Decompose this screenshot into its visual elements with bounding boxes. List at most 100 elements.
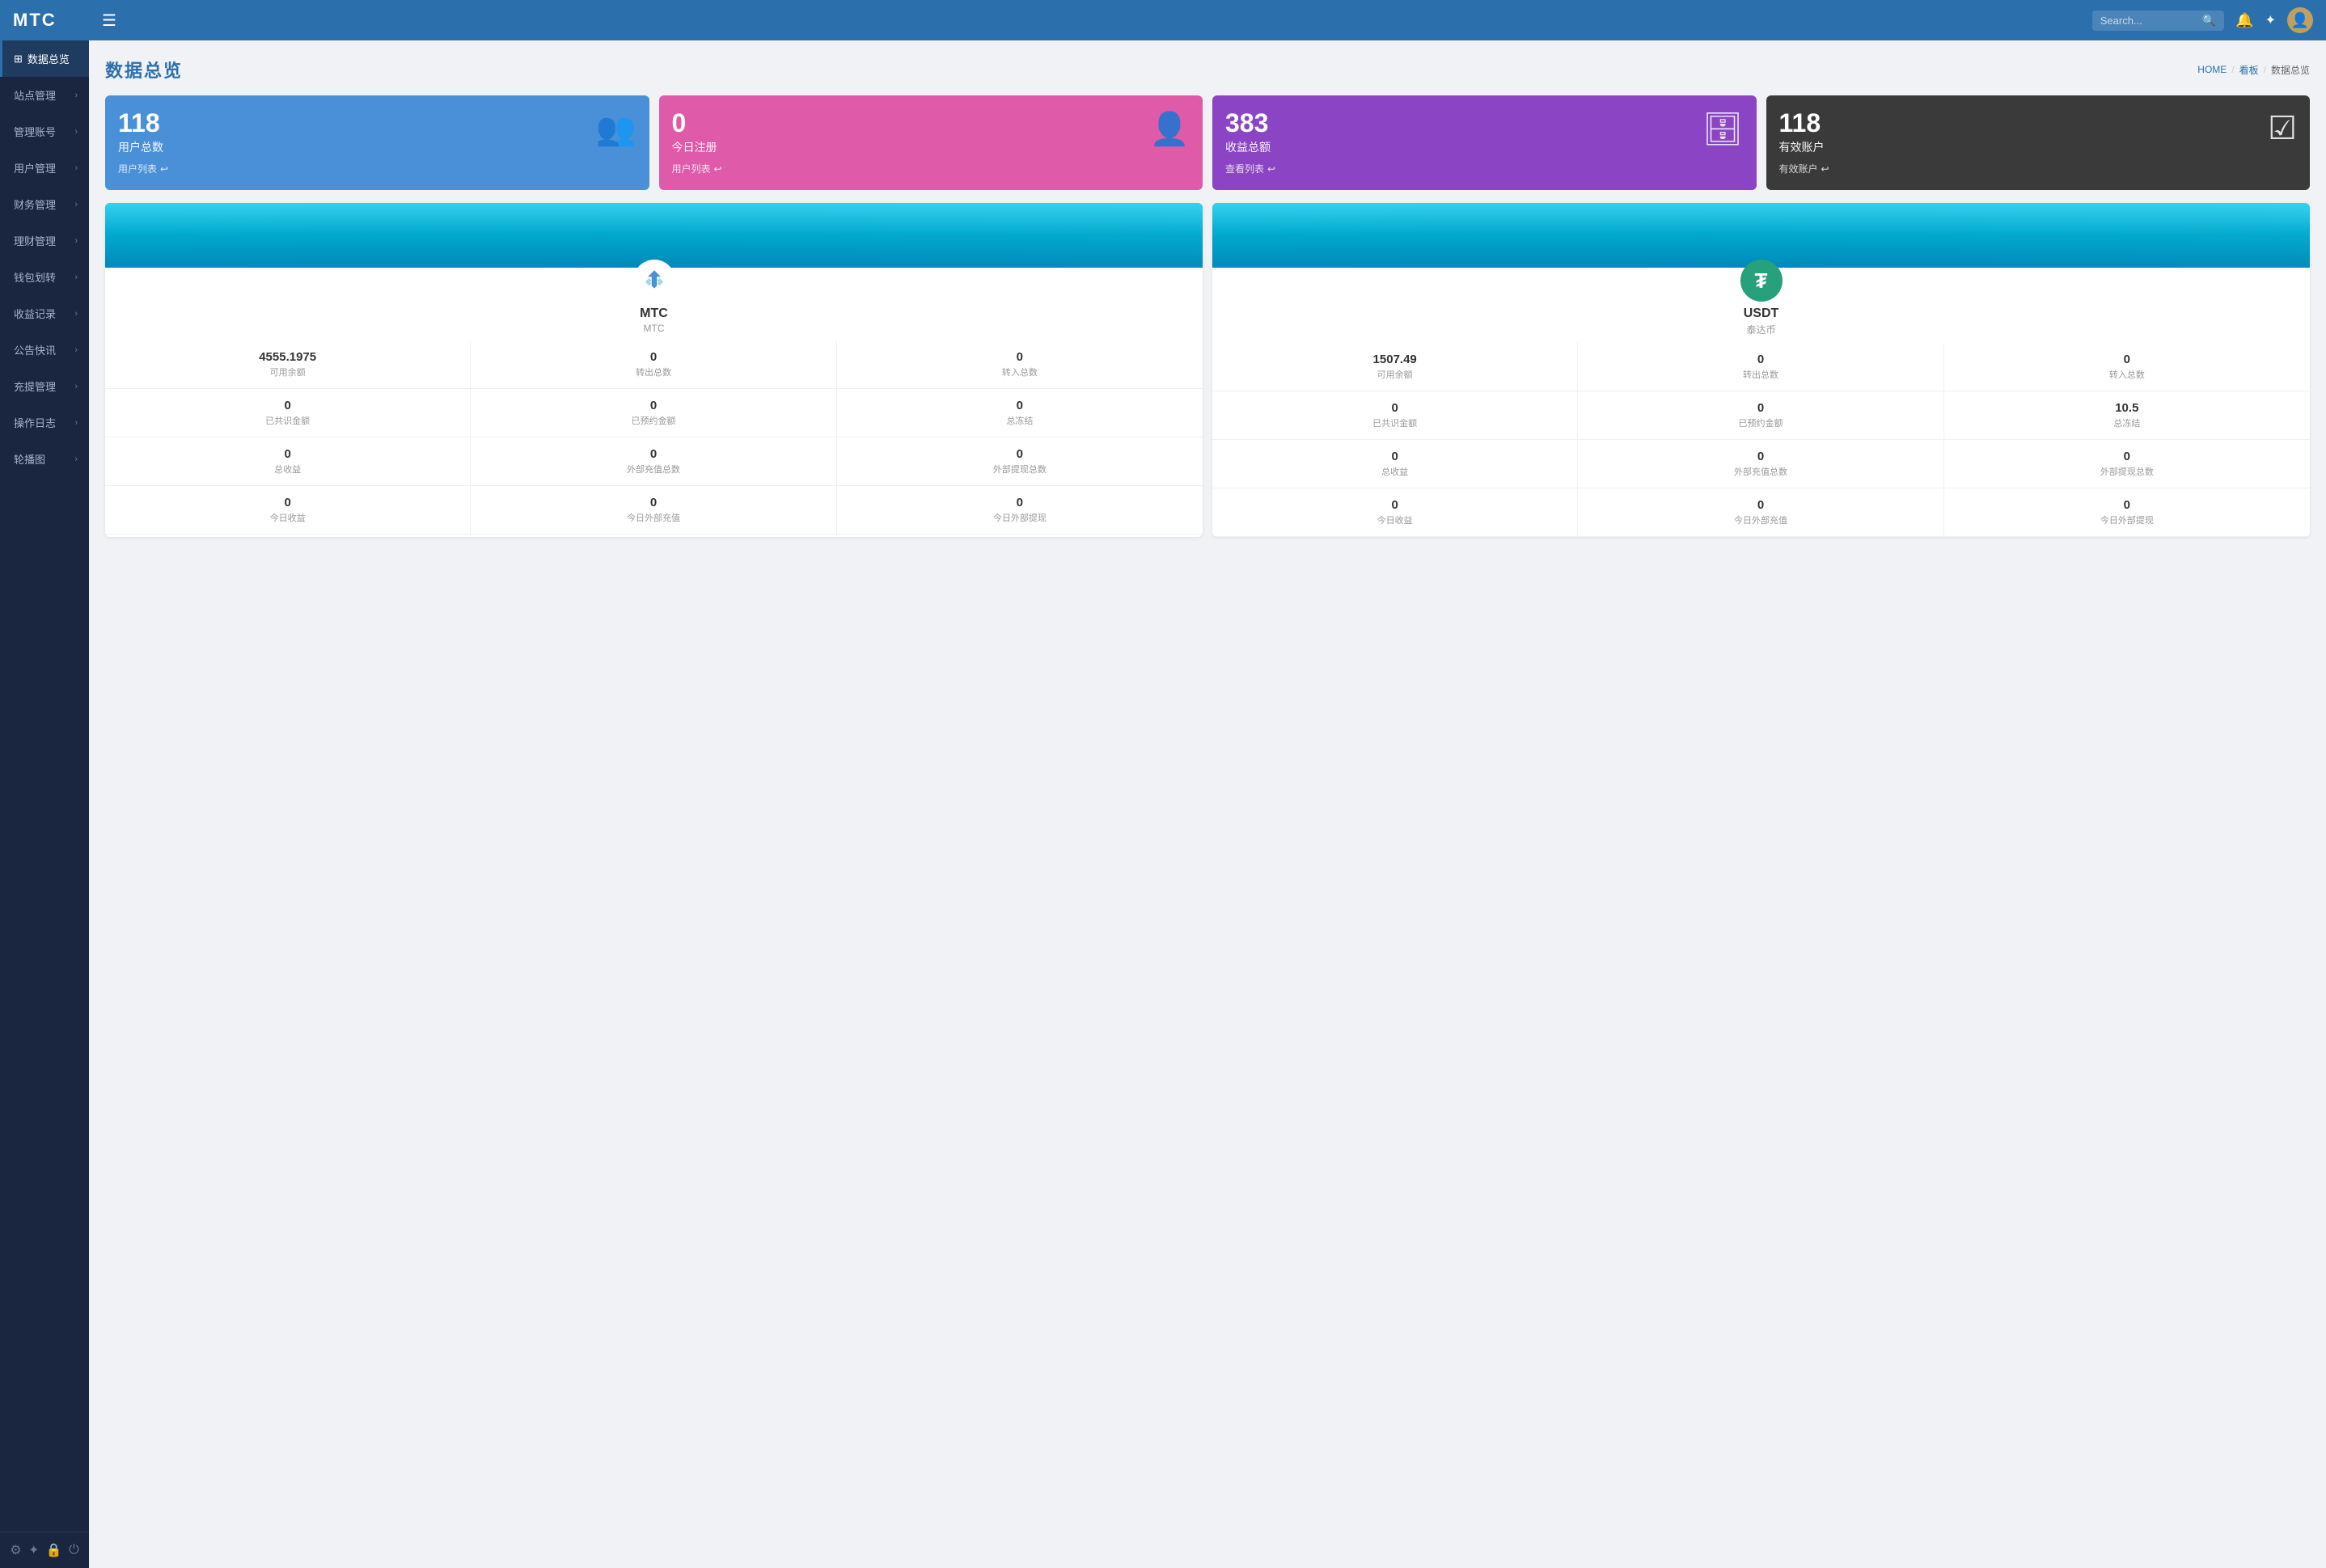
content-area: 数据总览 HOME / 看板 / 数据总览 118 用户总数 👥	[89, 40, 2326, 1568]
chevron-icon: ›	[74, 127, 78, 137]
usdt-stats-grid: 1507.49 可用余额 0 转出总数 0 转入总数 0 已共识金额	[1212, 343, 2310, 537]
chevron-icon: ›	[74, 454, 78, 464]
sidebar-label-admin-account: 管理账号	[14, 124, 56, 139]
search-input[interactable]	[2100, 15, 2197, 27]
mtc-today-recharge-label: 今日外部充值	[479, 511, 827, 524]
usdt-symbol-text: ₮	[1755, 268, 1768, 294]
mtc-stat-frozen: 0 总冻结	[837, 389, 1203, 437]
mtc-ext-withdraw-label: 外部提现总数	[845, 463, 1195, 475]
power-icon[interactable]: ⏻	[69, 1543, 79, 1557]
bell-icon[interactable]: 🔔	[2235, 12, 2253, 29]
mtc-frozen-label: 总冻结	[845, 414, 1195, 427]
stat-card-active-accounts: 118 有效账户 ☑ 有效账户 ↩	[1766, 95, 2311, 190]
usdt-stat-transfer-in: 0 转入总数	[1944, 343, 2310, 391]
gear-icon[interactable]: ⚙	[10, 1542, 21, 1558]
usdt-stat-consensus: 0 已共识金额	[1212, 391, 1578, 440]
sidebar-label-operation-log: 操作日志	[14, 415, 56, 430]
sidebar-item-finance-manage[interactable]: 财务管理 ›	[0, 186, 89, 222]
sidebar-label-wealth-manage: 理财管理	[14, 233, 56, 248]
breadcrumb-home[interactable]: HOME	[2197, 64, 2227, 75]
settings-icon[interactable]: ✦	[2265, 12, 2276, 28]
stat-link-active[interactable]: 有效账户 ↩	[1779, 162, 2298, 175]
mtc-transfer-out-label: 转出总数	[479, 366, 827, 378]
lock-icon[interactable]: 🔒	[46, 1542, 62, 1558]
avatar[interactable]: 👤	[2287, 7, 2313, 33]
crypto-card-usdt: ₮ USDT 泰达币 1507.49 可用余额 0 转出总数 0	[1212, 203, 2310, 537]
mtc-stat-reserved: 0 已预约金额	[471, 389, 836, 437]
usdt-frozen-value: 10.5	[1952, 401, 2302, 415]
mtc-today-withdraw-value: 0	[845, 496, 1195, 509]
chevron-icon: ›	[74, 309, 78, 319]
sidebar-item-dashboard[interactable]: ⊞ 数据总览	[0, 40, 89, 77]
sidebar-item-announcement[interactable]: 公告快讯 ›	[0, 332, 89, 368]
active-icon: ☑	[2268, 110, 2297, 147]
stat-label-active: 有效账户	[1779, 139, 1825, 155]
mtc-stat-total-income: 0 总收益	[105, 437, 471, 486]
sidebar-bottom: ⚙ ✦ 🔒 ⏻	[0, 1532, 89, 1568]
mtc-ext-recharge-label: 外部充值总数	[479, 463, 827, 475]
usdt-reserved-label: 已预约金额	[1586, 416, 1935, 429]
mtc-name: MTC	[640, 306, 668, 321]
chevron-icon: ›	[74, 273, 78, 282]
mtc-ext-recharge-value: 0	[479, 447, 827, 461]
mtc-available-label: 可用余额	[113, 366, 462, 378]
usdt-transfer-in-value: 0	[1952, 353, 2302, 366]
main-layout: ⊞ 数据总览 站点管理 › 管理账号 › 用户管理 › 财务管理	[0, 40, 2326, 1568]
mtc-stat-today-recharge: 0 今日外部充值	[471, 486, 836, 535]
sidebar-item-site-manage[interactable]: 站点管理 ›	[0, 77, 89, 113]
stat-link-users[interactable]: 用户列表 ↩	[118, 162, 636, 175]
stat-card-top: 118 有效账户 ☑	[1779, 110, 2298, 155]
sidebar-item-operation-log[interactable]: 操作日志 ›	[0, 404, 89, 441]
usdt-stat-today-income: 0 今日收益	[1212, 488, 1578, 537]
usdt-logo-circle: ₮	[1740, 260, 1783, 302]
usdt-stat-transfer-out: 0 转出总数	[1578, 343, 1943, 391]
expand-icon[interactable]: ✦	[28, 1542, 39, 1558]
stat-card-top: 118 用户总数 👥	[118, 110, 636, 155]
breadcrumb: HOME / 看板 / 数据总览	[2197, 63, 2310, 77]
usdt-stat-today-withdraw: 0 今日外部提现	[1944, 488, 2310, 537]
mtc-logo-area: MTC MTC	[105, 268, 1203, 340]
usdt-ext-withdraw-value: 0	[1952, 450, 2302, 463]
chevron-icon: ›	[74, 163, 78, 173]
sidebar-item-wealth-manage[interactable]: 理财管理 ›	[0, 222, 89, 259]
sidebar-item-recharge-manage[interactable]: 充提管理 ›	[0, 368, 89, 404]
usdt-stat-ext-withdraw: 0 外部提现总数	[1944, 440, 2310, 488]
stat-card-top: 0 今日注册 👤	[672, 110, 1190, 155]
usdt-ext-withdraw-label: 外部提现总数	[1952, 465, 2302, 478]
mtc-stat-ext-recharge: 0 外部充值总数	[471, 437, 836, 486]
usdt-today-income-value: 0	[1220, 498, 1569, 512]
logo: MTC	[13, 10, 102, 31]
sidebar-item-carousel[interactable]: 轮播图 ›	[0, 441, 89, 477]
sidebar-item-user-manage[interactable]: 用户管理 ›	[0, 150, 89, 186]
usdt-ext-recharge-value: 0	[1586, 450, 1935, 463]
search-icon[interactable]: 🔍	[2202, 14, 2216, 27]
chevron-icon: ›	[74, 200, 78, 209]
hamburger-icon[interactable]: ☰	[102, 11, 116, 31]
mtc-today-recharge-value: 0	[479, 496, 827, 509]
usdt-transfer-in-label: 转入总数	[1952, 368, 2302, 381]
mtc-stats-grid: 4555.1975 可用余额 0 转出总数 0 转入总数 0 已共识金额	[105, 340, 1203, 535]
stat-cards: 118 用户总数 👥 用户列表 ↩ 0 今日注册 👤	[105, 95, 2310, 190]
stat-link-today-reg[interactable]: 用户列表 ↩	[672, 162, 1190, 175]
chevron-icon: ›	[74, 345, 78, 355]
mtc-reserved-value: 0	[479, 399, 827, 412]
users-icon: 👥	[596, 110, 636, 148]
sidebar-item-income-record[interactable]: 收益记录 ›	[0, 295, 89, 332]
dashboard-icon: ⊞	[14, 53, 23, 66]
mtc-stat-transfer-in: 0 转入总数	[837, 340, 1203, 389]
mtc-stat-ext-withdraw: 0 外部提现总数	[837, 437, 1203, 486]
mtc-today-withdraw-label: 今日外部提现	[845, 511, 1195, 524]
sidebar-item-admin-account[interactable]: 管理账号 ›	[0, 113, 89, 150]
mtc-transfer-out-value: 0	[479, 350, 827, 364]
sidebar-item-wallet-transfer[interactable]: 钱包划转 ›	[0, 259, 89, 295]
stat-link-revenue[interactable]: 查看列表 ↩	[1225, 162, 1744, 175]
mtc-total-income-value: 0	[113, 447, 462, 461]
usdt-stat-ext-recharge: 0 外部充值总数	[1578, 440, 1943, 488]
mtc-stat-today-withdraw: 0 今日外部提现	[837, 486, 1203, 535]
sidebar-label-user-manage: 用户管理	[14, 160, 56, 175]
breadcrumb-panel[interactable]: 看板	[2239, 63, 2259, 77]
crypto-cards: MTC MTC 4555.1975 可用余额 0 转出总数 0 转入总数	[105, 203, 2310, 537]
breadcrumb-sep2: /	[2264, 64, 2266, 75]
usdt-available-label: 可用余额	[1220, 368, 1569, 381]
mtc-reserved-label: 已预约金额	[479, 414, 827, 427]
